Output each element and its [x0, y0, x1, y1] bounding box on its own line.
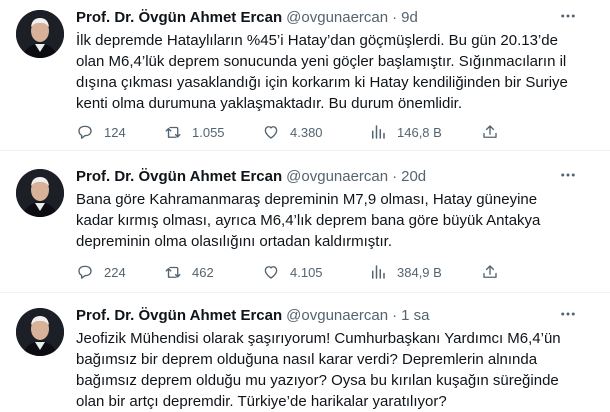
- reply-count: 224: [104, 264, 126, 280]
- retweet-arrows-icon: [165, 266, 181, 278]
- tweet-time[interactable]: 20d: [401, 168, 426, 185]
- like-count: 4.105: [290, 264, 323, 280]
- tweet-feed: Prof. Dr. Övgün Ahmet Ercan @ovgunaercan ·…: [0, 0, 610, 411]
- tweet-text-line: kenti olma durumuna yaklaşmaktadır. Bu d…: [76, 95, 463, 112]
- retweet-arrows-icon: [165, 126, 181, 138]
- author-name[interactable]: Prof. Dr. Övgün Ahmet Ercan: [76, 9, 282, 26]
- tweet-text-line: dışına çıkması yasaklandığı için korkarı…: [76, 74, 568, 91]
- retweet-button[interactable]: 462: [164, 262, 214, 282]
- tweet-text: Bana göre Kahramanmaraş depreminin M7,9 …: [76, 189, 596, 252]
- bar-chart-icon: [372, 265, 385, 279]
- tweet-divider: [0, 150, 610, 151]
- tweet-text-line: olan bir artçı depremdir. Türkiye’de har…: [76, 393, 447, 410]
- tweet-time[interactable]: 1 sa: [401, 307, 429, 324]
- tweet-text-line: olan M6,4’lük deprem sonucunda yeni göçl…: [76, 53, 567, 70]
- action-bar: 224 462 4.105 384,9 B: [76, 262, 516, 282]
- bar-chart-icon: [372, 125, 385, 139]
- tweet-divider: [0, 292, 610, 293]
- more-button[interactable]: [556, 8, 580, 28]
- tweet-header: Prof. Dr. Övgün Ahmet Ercan @ovgunaercan ·…: [76, 167, 426, 187]
- tweet-text-line: bağımsız deprem olduğu mu yazıyor? Oysa …: [76, 372, 559, 389]
- more-dots-icon: [559, 305, 577, 328]
- reply-bubble-icon: [78, 125, 92, 139]
- tweet-text-line: İlk depremde Hataylıların %45’i Hatay’da…: [76, 32, 558, 49]
- tweet-text-line: Jeofizik Mühendisi olarak şaşırıyorum! C…: [76, 330, 561, 347]
- reply-button[interactable]: 124: [76, 122, 126, 142]
- more-dots-icon: [559, 166, 577, 189]
- tweet-text: Jeofizik Mühendisi olarak şaşırıyorum! C…: [76, 328, 596, 412]
- tweet-header: Prof. Dr. Övgün Ahmet Ercan @ovgunaercan ·…: [76, 306, 429, 326]
- retweet-count: 1.055: [192, 124, 225, 140]
- author-name[interactable]: Prof. Dr. Övgün Ahmet Ercan: [76, 168, 282, 185]
- more-button[interactable]: [556, 306, 580, 326]
- share-upload-icon: [483, 125, 497, 138]
- tweet-text-line: Bana göre Kahramanmaraş depreminin M7,9 …: [76, 191, 538, 208]
- heart-icon: [264, 126, 278, 139]
- more-button[interactable]: [556, 167, 580, 187]
- views-button[interactable]: 384,9 B: [369, 262, 442, 282]
- author-handle[interactable]: @ovgunaercan: [286, 9, 388, 26]
- view-count: 146,8 B: [397, 124, 442, 140]
- reply-button[interactable]: 224: [76, 262, 126, 282]
- separator-dot: ·: [392, 307, 398, 324]
- share-button[interactable]: [481, 122, 509, 142]
- share-upload-icon: [483, 265, 497, 278]
- tweet-text-line: kadar kırmış olması, ayrıca M6,4’lık dep…: [76, 212, 541, 229]
- like-button[interactable]: 4.105: [262, 262, 323, 282]
- tweet-header: Prof. Dr. Övgün Ahmet Ercan @ovgunaercan ·…: [76, 8, 418, 28]
- separator-dot: ·: [392, 9, 398, 26]
- like-button[interactable]: 4.380: [262, 122, 323, 142]
- avatar[interactable]: [16, 10, 64, 58]
- view-count: 384,9 B: [397, 264, 442, 280]
- author-handle[interactable]: @ovgunaercan: [286, 307, 388, 324]
- reply-count: 124: [104, 124, 126, 140]
- views-button[interactable]: 146,8 B: [369, 122, 442, 142]
- action-bar: 124 1.055 4.380 146,8 B: [76, 122, 516, 142]
- avatar[interactable]: [16, 308, 64, 356]
- retweet-button[interactable]: 1.055: [164, 122, 225, 142]
- tweet-time[interactable]: 9d: [401, 9, 418, 26]
- more-dots-icon: [559, 7, 577, 30]
- retweet-count: 462: [192, 264, 214, 280]
- author-name[interactable]: Prof. Dr. Övgün Ahmet Ercan: [76, 307, 282, 324]
- like-count: 4.380: [290, 124, 323, 140]
- tweet-text-line: bağımsız bir deprem olduğuna nasıl karar…: [76, 351, 538, 368]
- author-handle[interactable]: @ovgunaercan: [286, 168, 388, 185]
- avatar[interactable]: [16, 169, 64, 217]
- separator-dot: ·: [392, 168, 398, 185]
- reply-bubble-icon: [78, 265, 92, 279]
- share-button[interactable]: [481, 262, 509, 282]
- heart-icon: [264, 266, 278, 279]
- tweet-text: İlk depremde Hataylıların %45’i Hatay’da…: [76, 30, 596, 114]
- tweet-text-line: depreminin olma olasılığını ortadan kald…: [76, 233, 392, 250]
